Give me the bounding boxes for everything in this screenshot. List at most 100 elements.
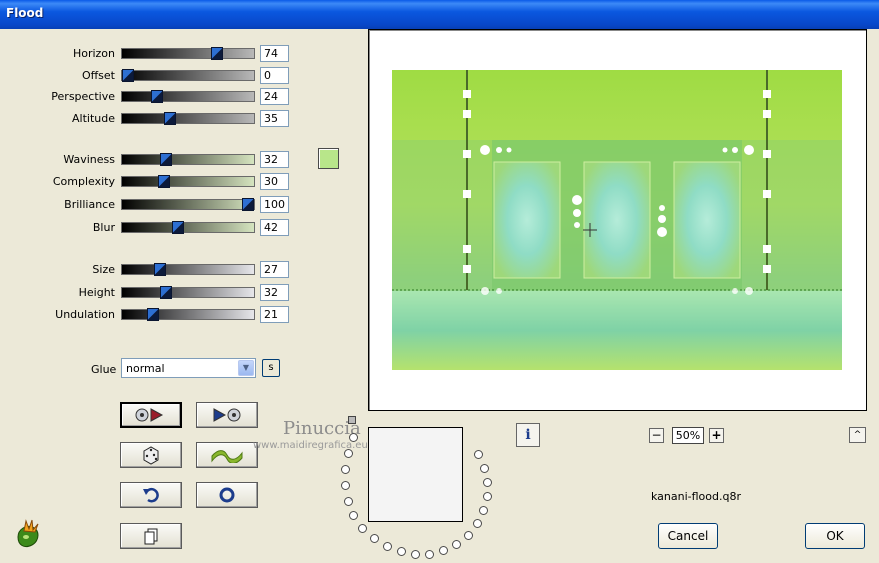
slider-thumb[interactable]: [164, 112, 176, 125]
reset-button[interactable]: [196, 482, 258, 508]
title-bar: Flood: [0, 0, 879, 29]
play-reel-icon: [213, 408, 241, 422]
navigator-preview[interactable]: [368, 427, 463, 522]
slider-thumb[interactable]: [172, 221, 184, 234]
dial-dot[interactable]: [474, 450, 483, 459]
slider-track[interactable]: [121, 47, 255, 60]
zoom-in-button[interactable]: +: [709, 428, 724, 443]
slider-thumb[interactable]: [211, 47, 223, 60]
dialog-client: Horizon 74 Offset 0 Perspective 24 Altit…: [0, 29, 879, 563]
param-brilliance: Brilliance 100: [0, 196, 300, 214]
dial-dot[interactable]: [479, 506, 488, 515]
param-label: Horizon: [72, 47, 115, 60]
chevron-down-icon[interactable]: ▼: [238, 360, 254, 376]
cancel-button[interactable]: Cancel: [658, 523, 718, 549]
copy-button[interactable]: [120, 523, 182, 549]
dial-dot[interactable]: [425, 550, 434, 559]
param-label: Blur: [92, 221, 115, 234]
slider-track[interactable]: [121, 308, 255, 321]
preview-original-button[interactable]: [120, 402, 182, 428]
value-field[interactable]: 42: [260, 219, 289, 236]
glue-value: normal: [126, 362, 165, 375]
slider-track[interactable]: [121, 198, 255, 211]
wave-button[interactable]: [196, 442, 258, 468]
dial-dot[interactable]: [349, 511, 358, 520]
slider-thumb[interactable]: [122, 69, 134, 82]
slider-thumb[interactable]: [158, 175, 170, 188]
color-swatch[interactable]: [318, 148, 339, 169]
slider-track[interactable]: [121, 112, 255, 125]
value-field[interactable]: 32: [260, 284, 289, 301]
value-field[interactable]: 32: [260, 151, 289, 168]
dial-dot[interactable]: [439, 546, 448, 555]
reels-right-icon: [135, 408, 164, 422]
dial-dot[interactable]: [341, 481, 350, 490]
navigator-handle[interactable]: [348, 416, 356, 424]
slider-thumb[interactable]: [151, 90, 163, 103]
dial-dot[interactable]: [452, 540, 461, 549]
slider-thumb[interactable]: [154, 263, 166, 276]
dial-dot[interactable]: [344, 497, 353, 506]
param-height: Height 32: [0, 284, 300, 302]
dial-dot[interactable]: [483, 478, 492, 487]
param-complexity: Complexity 30: [0, 173, 300, 191]
glue-select[interactable]: normal ▼: [121, 358, 256, 378]
s-button[interactable]: s: [262, 359, 280, 377]
expand-button[interactable]: ^: [849, 427, 866, 443]
param-offset: Offset 0: [0, 67, 300, 85]
slider-track[interactable]: [121, 263, 255, 276]
slider-track[interactable]: [121, 221, 255, 234]
param-blur: Blur 42: [0, 219, 300, 237]
dial-dot[interactable]: [411, 550, 420, 559]
param-label: Undulation: [55, 308, 115, 321]
ok-button[interactable]: OK: [805, 523, 865, 549]
param-label: Waviness: [63, 153, 115, 166]
slider-track[interactable]: [121, 69, 255, 82]
dial-dot[interactable]: [473, 519, 482, 528]
value-field[interactable]: 27: [260, 261, 289, 278]
dial-dot[interactable]: [480, 464, 489, 473]
value-field[interactable]: 24: [260, 88, 289, 105]
dial-dot[interactable]: [358, 524, 367, 533]
dial-dot[interactable]: [344, 449, 353, 458]
slider-track[interactable]: [121, 175, 255, 188]
param-undulation: Undulation 21: [0, 306, 300, 324]
value-field[interactable]: 35: [260, 110, 289, 127]
dial-dot[interactable]: [397, 547, 406, 556]
dial-dot[interactable]: [483, 492, 492, 501]
preview-image[interactable]: [392, 70, 842, 370]
undo-icon: [143, 487, 159, 503]
randomize-button[interactable]: [120, 442, 182, 468]
value-field[interactable]: 30: [260, 173, 289, 190]
dial-dot[interactable]: [383, 542, 392, 551]
param-perspective: Perspective 24: [0, 88, 300, 106]
dial-dot[interactable]: [341, 465, 350, 474]
dial-dot[interactable]: [464, 531, 473, 540]
undo-button[interactable]: [120, 482, 182, 508]
info-button[interactable]: i: [516, 423, 540, 447]
slider-track[interactable]: [121, 153, 255, 166]
param-label: Complexity: [52, 175, 115, 188]
value-field[interactable]: 100: [260, 196, 289, 213]
value-field[interactable]: 74: [260, 45, 289, 62]
dice-icon: [143, 446, 159, 465]
zoom-out-button[interactable]: −: [649, 428, 664, 443]
param-altitude: Altitude 35: [0, 110, 300, 128]
slider-thumb[interactable]: [147, 308, 159, 321]
dial-dot[interactable]: [349, 433, 358, 442]
param-size: Size 27: [0, 261, 300, 279]
slider-thumb[interactable]: [160, 286, 172, 299]
param-label: Height: [78, 286, 115, 299]
param-label: Offset: [81, 69, 115, 82]
value-field[interactable]: 0: [260, 67, 289, 84]
param-waviness: Waviness 32: [0, 151, 300, 169]
value-field[interactable]: 21: [260, 306, 289, 323]
slider-track[interactable]: [121, 90, 255, 103]
slider-thumb[interactable]: [160, 153, 172, 166]
preview-result-button[interactable]: [196, 402, 258, 428]
dial-dot[interactable]: [370, 534, 379, 543]
slider-thumb[interactable]: [242, 198, 254, 211]
ring-icon: [219, 487, 235, 503]
slider-track[interactable]: [121, 286, 255, 299]
wave-icon: [211, 450, 243, 463]
